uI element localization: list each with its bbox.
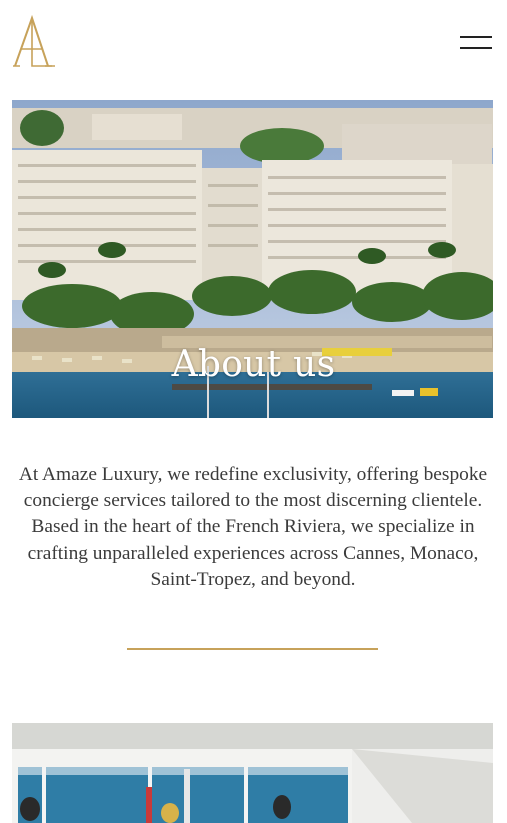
- yacht-interior-image: [12, 723, 493, 823]
- divider: [127, 648, 378, 650]
- page-title: About us: [171, 344, 336, 385]
- logo-mark-icon: [13, 14, 55, 67]
- site-header: [0, 0, 507, 100]
- menu-button[interactable]: [458, 32, 494, 54]
- logo[interactable]: [12, 14, 58, 72]
- hamburger-menu-icon: [460, 36, 492, 38]
- yacht-photo: [12, 723, 493, 823]
- hamburger-line: [460, 47, 492, 49]
- about-paragraph: At Amaze Luxury, we redefine exclusivity…: [18, 464, 488, 590]
